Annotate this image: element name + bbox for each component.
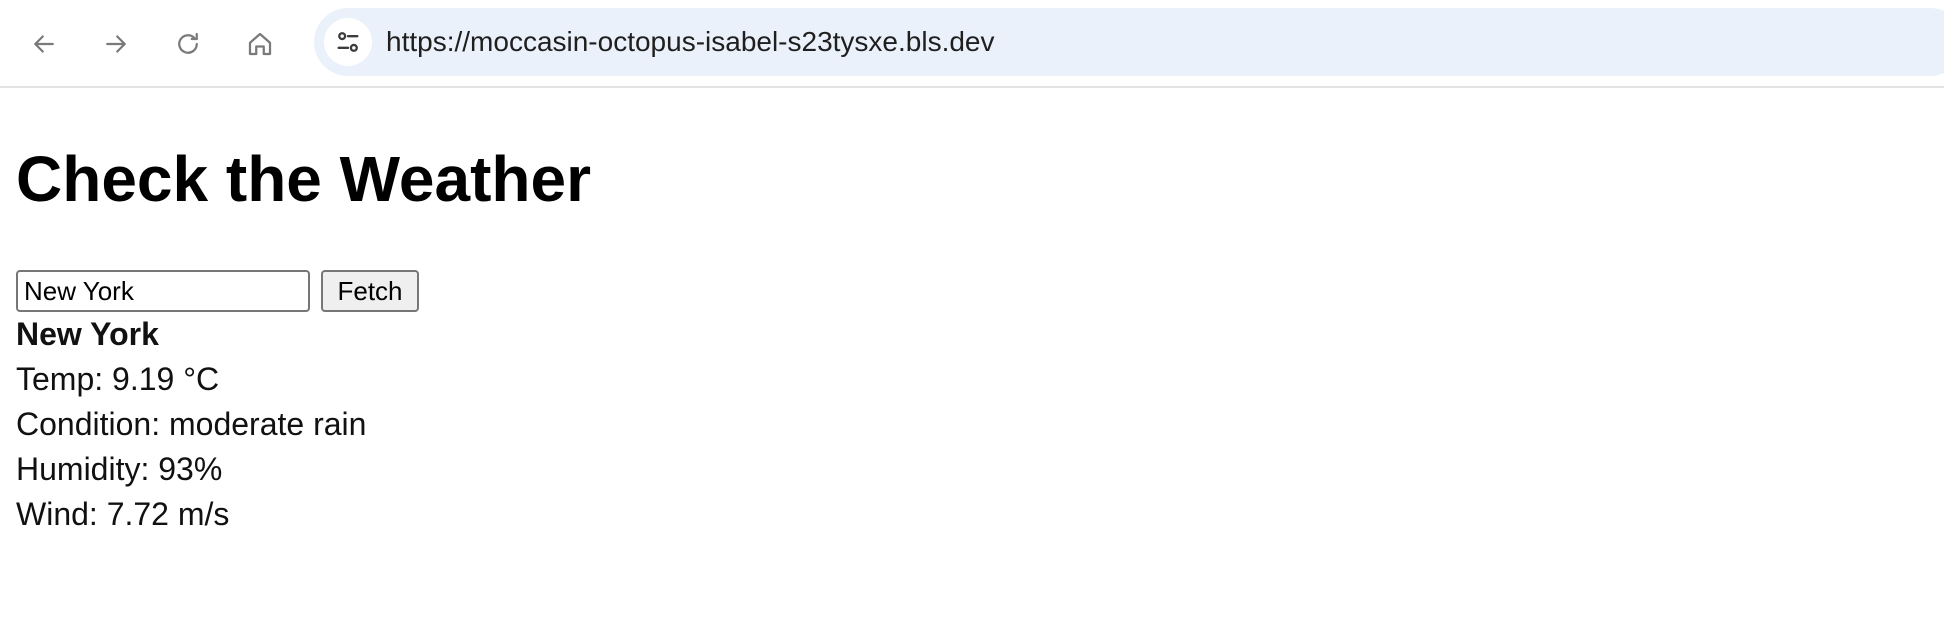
reload-button[interactable] [166, 22, 210, 66]
page-title: Check the Weather [16, 143, 591, 215]
address-bar[interactable]: https://moccasin-octopus-isabel-s23tysxe… [314, 8, 1944, 76]
fetch-button[interactable]: Fetch [321, 270, 419, 312]
city-input[interactable] [16, 270, 310, 312]
home-icon [248, 32, 272, 56]
arrow-left-icon [34, 35, 54, 53]
result-temp: Temp: 9.19 °C [16, 361, 220, 397]
result-condition: Condition: moderate rain [16, 406, 367, 442]
result-wind: Wind: 7.72 m/s [16, 496, 230, 532]
url-text[interactable]: https://moccasin-octopus-isabel-s23tysxe… [386, 8, 995, 76]
back-button[interactable] [22, 22, 66, 66]
result-city: New York [16, 316, 159, 352]
site-info-button[interactable] [324, 18, 372, 66]
home-button[interactable] [238, 22, 282, 66]
arrow-right-icon [106, 35, 126, 53]
reload-icon [178, 32, 198, 54]
tune-icon [337, 32, 359, 52]
browser-toolbar: https://moccasin-octopus-isabel-s23tysxe… [0, 0, 1944, 88]
forward-button[interactable] [94, 22, 138, 66]
result-humidity: Humidity: 93% [16, 451, 223, 487]
